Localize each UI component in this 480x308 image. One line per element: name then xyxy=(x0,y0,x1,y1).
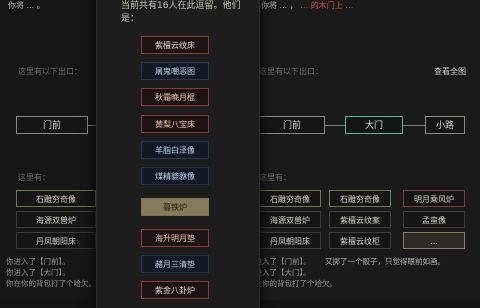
exit-menqian-button[interactable]: 门前 xyxy=(259,116,325,134)
location-description: 你将 ... 。 xyxy=(8,1,45,10)
message-log-extra: 又掷了一个骰子，只觉得眼前如画。 xyxy=(325,256,445,267)
room-item[interactable]: 海源双兽炉 xyxy=(16,211,96,228)
location-text: 你将 ... ， xyxy=(261,1,298,10)
here-label: 这里有： xyxy=(18,173,50,182)
message-log: 你进入了【门前】。 你进入了【大门】。 你在你的背包打了个哈欠。 xyxy=(6,256,96,289)
log-line: 你进入了【大门】。 xyxy=(247,268,311,277)
log-line: 又掷了一个骰子，只觉得眼前如画。 xyxy=(325,257,445,266)
dialog-option[interactable]: 黄梨八宝床 xyxy=(141,115,209,133)
dialog-option[interactable]: 紫金八卦炉 xyxy=(141,281,209,299)
room-item[interactable]: … xyxy=(403,232,465,249)
right-pane: 你将 ... ， … 的木门上 … 这里有以下出口： 查看全图 门前 大门 小路… xyxy=(240,0,480,300)
exit-connector xyxy=(403,125,425,126)
log-line: 你进入了【门前】。 xyxy=(247,257,311,266)
exit-xiaolu-button[interactable]: 小路 xyxy=(425,116,465,134)
room-item[interactable]: 海源双兽炉 xyxy=(259,211,321,228)
exits-title: 这里有以下出口： xyxy=(259,67,323,76)
message-log: 你进入了【门前】。 你进入了【大门】。 你在你的背包打了个哈欠。 xyxy=(247,256,337,289)
room-item[interactable]: 紫檀云纹案 xyxy=(329,211,391,228)
log-line: 你在你的背包打了个哈欠。 xyxy=(247,279,337,288)
view-full-map-link[interactable]: 查看全图 xyxy=(434,66,466,77)
dialog-option[interactable]: 煤精貔貅像 xyxy=(141,167,209,185)
exit-connector xyxy=(88,125,96,126)
exit-damen-button[interactable]: 大门 xyxy=(345,116,403,134)
room-item[interactable]: 丹凤朝阳床 xyxy=(16,232,96,249)
exit-connector xyxy=(325,125,345,126)
dialog-option[interactable]: 赭月三清垫 xyxy=(141,255,209,273)
log-line: 你在你的背包打了个哈欠。 xyxy=(6,279,96,288)
dialog-option[interactable]: 羊脂白泽像 xyxy=(141,141,209,159)
room-item[interactable]: 石雕穷奇像 xyxy=(329,190,391,207)
location-highlight: … 的木门上 … xyxy=(300,1,354,10)
location-description: 你将 ... ， … 的木门上 … xyxy=(261,0,353,11)
dialog-option[interactable]: 海升明月垫 xyxy=(141,229,209,247)
dialog-description: 当前共有16人在此逗留。他们是： xyxy=(121,1,241,24)
here-label: 这里有： xyxy=(259,173,291,182)
dialog-option[interactable]: 屠鬼嘲恶图 xyxy=(141,62,209,80)
log-line: 你进入了【门前】。 xyxy=(6,257,70,266)
exit-menqian-button[interactable]: 门前 xyxy=(16,116,88,134)
room-item[interactable]: 紫檀云纹柜 xyxy=(329,232,391,249)
log-line: 你进入了【大门】。 xyxy=(6,268,70,277)
room-item[interactable]: 明月乘风炉 xyxy=(403,190,465,207)
dialog-option[interactable]: 秋霜晚月棍 xyxy=(141,88,209,106)
dialog-option[interactable]: 暮铁炉 xyxy=(141,198,209,216)
room-item[interactable]: 石雕穷奇像 xyxy=(259,190,321,207)
people-list-dialog: 当前共有16人在此逗留。他们是： 紫檀云纹床 屠鬼嘲恶图 秋霜晚月棍 黄梨八宝床… xyxy=(96,0,260,308)
exits-title: 这里有以下出口： xyxy=(18,67,82,76)
room-item[interactable]: 孟蛮像 xyxy=(403,211,465,228)
room-item[interactable]: 丹凤朝阳床 xyxy=(259,232,321,249)
dialog-option[interactable]: 紫檀云纹床 xyxy=(141,36,209,54)
room-item[interactable]: 石雕穷奇像 xyxy=(16,190,96,207)
